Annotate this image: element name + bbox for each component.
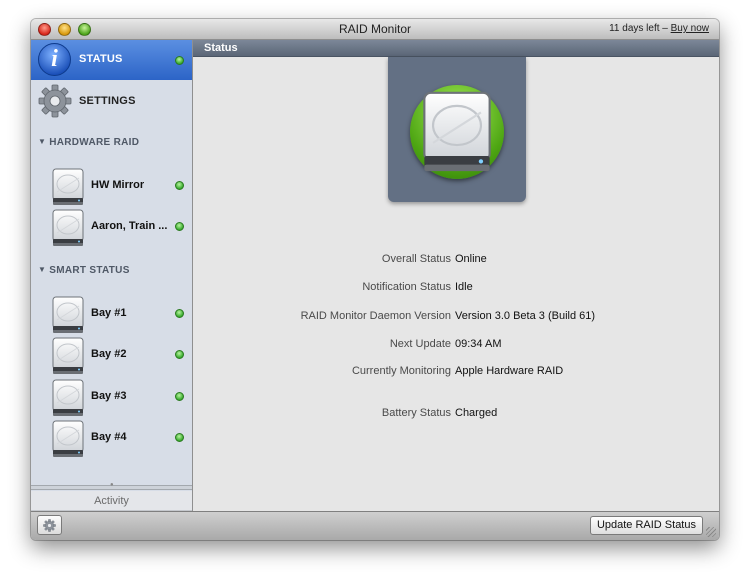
hard-disk-icon [51, 379, 85, 417]
status-indicator-icon [175, 392, 184, 401]
bottom-toolbar: Update RAID Status [31, 511, 719, 540]
main-panel: Status Overall Status Online Notificatio… [193, 40, 719, 511]
sidebar-item-bay-3[interactable]: Bay #3 [31, 377, 192, 419]
disclosure-triangle-icon[interactable]: ▼ [38, 137, 46, 146]
update-raid-status-button[interactable]: Update RAID Status [589, 516, 703, 535]
info-key: RAID Monitor Daemon Version [300, 310, 451, 322]
disk-label: Aaron, Train ... [91, 220, 168, 232]
hard-disk-icon [51, 209, 85, 247]
info-row-currently-monitoring: Currently Monitoring Apple Hardware RAID [193, 365, 719, 381]
action-menu-button[interactable] [37, 515, 62, 535]
hard-disk-icon [51, 337, 85, 375]
status-indicator-icon [175, 222, 184, 231]
smart-status-section-header[interactable]: ▼ SMART STATUS [38, 265, 130, 276]
sidebar: i STATUS SETTINGS ▼ HARDWARE RAID HW Mirr… [31, 40, 193, 511]
sidebar-item-hw-mirror[interactable]: HW Mirror [31, 166, 192, 208]
info-row-daemon-version: RAID Monitor Daemon Version Version 3.0 … [193, 310, 719, 326]
info-value: Charged [455, 407, 498, 419]
sidebar-item-aaron-train[interactable]: Aaron, Train ... [31, 207, 192, 249]
info-value: 09:34 AM [455, 338, 502, 350]
info-value: Online [455, 253, 487, 265]
disk-label: Bay #3 [91, 390, 127, 402]
disk-label: Bay #1 [91, 307, 127, 319]
trial-days-left: 11 days left – [609, 23, 668, 34]
status-indicator-icon [175, 181, 184, 190]
sidebar-item-status-label: STATUS [79, 53, 123, 65]
hard-disk-icon [420, 88, 494, 176]
info-value: Apple Hardware RAID [455, 365, 564, 377]
sidebar-item-settings[interactable]: SETTINGS [31, 80, 192, 122]
resize-grip-icon[interactable] [706, 527, 716, 537]
divider-grip-icon: ● [110, 482, 114, 488]
split-view-divider[interactable]: ● [31, 482, 192, 490]
sidebar-item-status[interactable]: i STATUS [31, 40, 192, 80]
info-key: Currently Monitoring [351, 365, 451, 377]
title-bar[interactable]: RAID Monitor 11 days left – Buy now [31, 19, 719, 40]
gear-icon [43, 519, 56, 532]
hard-disk-icon [51, 296, 85, 334]
disk-label: Bay #2 [91, 348, 127, 360]
hard-disk-icon [51, 420, 85, 458]
info-key: Battery Status [381, 407, 451, 419]
hardware-raid-section-header[interactable]: ▼ HARDWARE RAID [38, 137, 139, 148]
sidebar-item-bay-2[interactable]: Bay #2 [31, 335, 192, 377]
info-key: Notification Status [362, 281, 451, 293]
buy-now-link[interactable]: Buy now [671, 23, 709, 34]
gear-icon [38, 84, 72, 118]
hard-disk-icon [51, 168, 85, 206]
trial-notice: 11 days left – Buy now [609, 23, 709, 34]
disclosure-triangle-icon[interactable]: ▼ [38, 265, 46, 274]
activity-panel[interactable]: Activity [31, 491, 192, 511]
status-indicator-icon [175, 56, 184, 65]
info-value: Idle [455, 281, 473, 293]
info-key: Next Update [389, 338, 451, 350]
info-key: Overall Status [381, 253, 451, 265]
info-icon: i [38, 43, 71, 76]
sidebar-item-settings-label: SETTINGS [79, 95, 136, 107]
status-indicator-icon [175, 433, 184, 442]
info-row-battery-status: Battery Status Charged [193, 407, 719, 423]
status-hero-panel [388, 57, 526, 202]
raid-monitor-window: RAID Monitor 11 days left – Buy now i ST… [31, 19, 719, 540]
disk-label: HW Mirror [91, 179, 145, 191]
info-row-notification-status: Notification Status Idle [193, 281, 719, 297]
sidebar-item-bay-1[interactable]: Bay #1 [31, 294, 192, 336]
info-row-overall-status: Overall Status Online [193, 253, 719, 269]
sidebar-item-bay-4[interactable]: Bay #4 [31, 418, 192, 460]
disk-label: Bay #4 [91, 431, 127, 443]
status-header-bar: Status [193, 40, 719, 57]
smart-status-header-label: SMART STATUS [49, 265, 130, 276]
status-header-title: Status [204, 42, 238, 54]
status-indicator-icon [175, 350, 184, 359]
status-indicator-icon [175, 309, 184, 318]
info-row-next-update: Next Update 09:34 AM [193, 338, 719, 354]
hardware-raid-header-label: HARDWARE RAID [49, 137, 140, 148]
info-value: Version 3.0 Beta 3 (Build 61) [455, 310, 596, 322]
